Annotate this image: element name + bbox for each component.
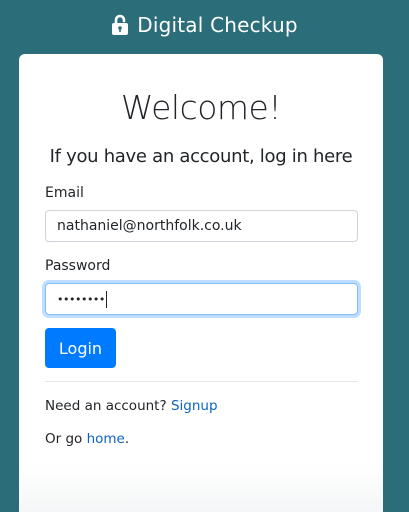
home-line: Or go home. [45,431,129,447]
home-suffix: . [124,431,130,447]
password-label: Password [45,258,111,274]
signup-prompt: Need an account? [45,398,167,414]
unlock-icon [111,14,129,36]
password-field[interactable]: •••••••• [45,283,358,315]
home-link[interactable]: home [87,431,125,447]
card-bottom-fade [19,464,383,512]
signup-link[interactable]: Signup [171,398,218,414]
app-title[interactable]: Digital Checkup [137,13,298,37]
email-label: Email [45,185,84,201]
signup-line: Need an account? Signup [45,398,218,414]
welcome-heading: Welcome! [120,88,282,127]
login-card: Welcome! If you have an account, log in … [19,54,383,512]
divider [45,381,358,382]
email-field[interactable]: nathaniel@northfolk.co.uk [45,210,358,242]
app-header: Digital Checkup [0,0,409,50]
home-prompt: Or go [45,431,83,447]
login-button[interactable]: Login [45,328,116,368]
text-caret [105,290,107,308]
login-subtitle: If you have an account, log in here [49,146,353,167]
password-value: •••••••• [57,292,105,306]
email-value: nathaniel@northfolk.co.uk [57,218,242,234]
